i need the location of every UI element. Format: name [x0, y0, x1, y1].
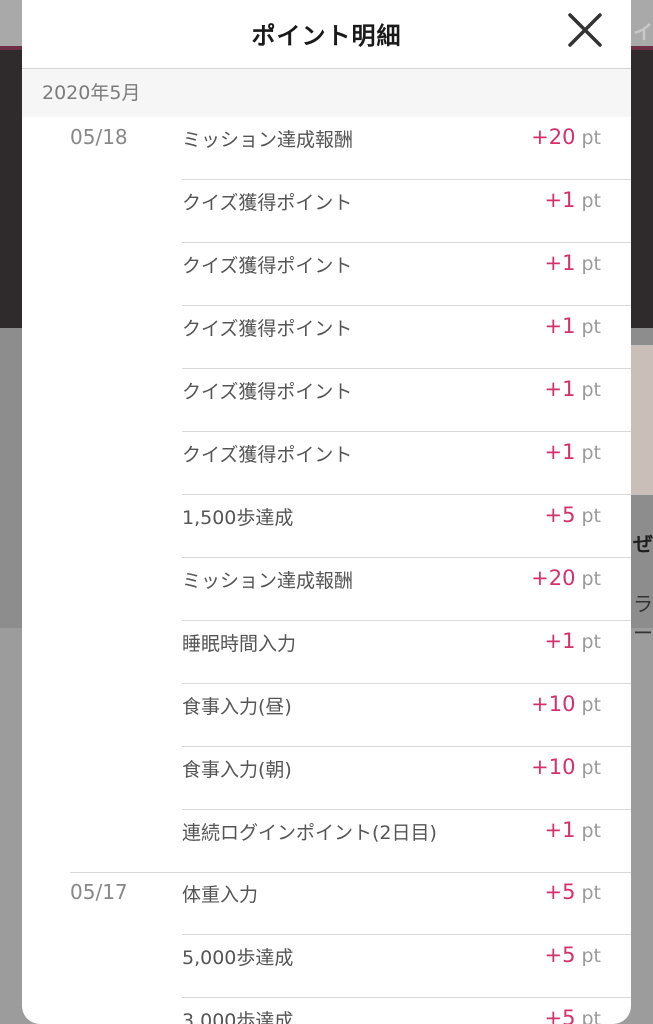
entry-name: ミッション達成報酬	[182, 570, 354, 592]
entry-name: クイズ獲得ポイント	[182, 255, 353, 277]
points-unit: pt	[581, 820, 601, 842]
points-value: +1	[544, 440, 576, 464]
points-value: +5	[544, 503, 576, 527]
points-value: +5	[544, 943, 576, 967]
entry-points: +1 pt	[545, 377, 601, 401]
entry-name: クイズ獲得ポイント	[182, 192, 353, 214]
points-entry-row: ミッション達成報酬 +20 pt	[182, 558, 631, 621]
points-entry-row: 1,500歩達成 +5 pt	[182, 495, 631, 558]
entry-points: +20 pt	[531, 566, 601, 590]
points-entry-row: クイズ獲得ポイント +1 pt	[182, 306, 631, 369]
modal-title: ポイント明細	[251, 22, 402, 50]
points-entry-row: クイズ獲得ポイント +1 pt	[182, 369, 631, 432]
points-unit: pt	[581, 505, 601, 527]
entry-points: +5 pt	[545, 880, 601, 904]
points-unit: pt	[581, 379, 601, 401]
day-group: 05/18 ミッション達成報酬 +20 pt クイズ獲得ポイント +1 pt クイズ獲得ポイン…	[22, 117, 631, 872]
points-value: +20	[531, 125, 576, 149]
points-entry-row: 食事入力(朝) +10 pt	[182, 747, 631, 810]
points-unit: pt	[581, 694, 601, 716]
points-unit: pt	[581, 631, 601, 653]
close-button[interactable]	[567, 12, 603, 48]
entry-points: +1 pt	[545, 440, 601, 464]
points-value: +1	[544, 377, 576, 401]
points-value: +20	[531, 566, 576, 590]
points-value: +1	[544, 314, 576, 338]
points-unit: pt	[581, 190, 601, 212]
entry-name: 1,500歩達成	[182, 507, 294, 529]
points-entry-row: 睡眠時間入力 +1 pt	[182, 621, 631, 684]
entry-points: +1 pt	[545, 629, 601, 653]
entry-points: +10 pt	[531, 692, 601, 716]
entry-name: ミッション達成報酬	[182, 129, 354, 151]
points-unit: pt	[581, 945, 601, 967]
entry-name: 睡眠時間入力	[182, 633, 297, 655]
entry-points: +5 pt	[545, 943, 601, 967]
points-entry-row: 食事入力(昼) +10 pt	[182, 684, 631, 747]
points-value: +10	[531, 692, 576, 716]
points-entry-row: 体重入力 +5 pt	[182, 872, 631, 935]
points-unit: pt	[581, 757, 601, 779]
entry-points: +1 pt	[545, 251, 601, 275]
points-value: +5	[544, 1006, 576, 1024]
modal-header: ポイント明細	[22, 0, 631, 69]
points-unit: pt	[581, 442, 601, 464]
points-value: +5	[544, 880, 576, 904]
entry-points: +5 pt	[545, 1006, 601, 1024]
points-unit: pt	[581, 882, 601, 904]
entry-points: +20 pt	[531, 125, 601, 149]
entry-name: 連続ログインポイント(2日目)	[182, 822, 437, 844]
entry-name: 食事入力(朝)	[182, 759, 292, 781]
day-date-label: 05/17	[70, 880, 128, 904]
points-history-list: 05/18 ミッション達成報酬 +20 pt クイズ獲得ポイント +1 pt クイズ獲得ポイン…	[22, 117, 631, 1024]
close-icon	[568, 13, 602, 47]
points-entry-row: 連続ログインポイント(2日目) +1 pt	[182, 810, 631, 872]
day-group: 05/17 体重入力 +5 pt 5,000歩達成 +5 pt 3,000歩達成 +5 pt	[22, 872, 631, 1024]
points-value: +1	[544, 818, 576, 842]
entry-points: +1 pt	[545, 188, 601, 212]
points-unit: pt	[581, 127, 601, 149]
points-entry-row: 5,000歩達成 +5 pt	[182, 935, 631, 998]
background-fragment-text: イ	[633, 20, 653, 44]
entry-name: 5,000歩達成	[182, 947, 294, 969]
points-value: +1	[544, 251, 576, 275]
background-image	[628, 345, 653, 495]
points-entry-row: ミッション達成報酬 +20 pt	[182, 117, 631, 180]
points-unit: pt	[581, 316, 601, 338]
points-entry-row: 3,000歩達成 +5 pt	[182, 998, 631, 1024]
background-fragment-text: ラー	[633, 592, 653, 645]
entry-name: 3,000歩達成	[182, 1010, 294, 1024]
points-value: +1	[544, 188, 576, 212]
month-header: 2020年5月	[22, 69, 631, 117]
entry-name: クイズ獲得ポイント	[182, 444, 353, 466]
points-unit: pt	[581, 568, 601, 590]
points-entry-row: クイズ獲得ポイント +1 pt	[182, 180, 631, 243]
day-date-label: 05/18	[70, 125, 128, 149]
entry-points: +5 pt	[545, 503, 601, 527]
points-value: +1	[544, 629, 576, 653]
background-fragment-text: ぜ	[633, 532, 653, 556]
entry-points: +10 pt	[531, 755, 601, 779]
entry-name: クイズ獲得ポイント	[182, 318, 353, 340]
points-unit: pt	[581, 253, 601, 275]
entry-points: +1 pt	[545, 818, 601, 842]
entry-points: +1 pt	[545, 314, 601, 338]
entry-name: 食事入力(昼)	[182, 696, 292, 718]
entry-name: クイズ獲得ポイント	[182, 381, 353, 403]
points-unit: pt	[581, 1008, 601, 1024]
points-entry-row: クイズ獲得ポイント +1 pt	[182, 243, 631, 306]
point-details-modal: ポイント明細 2020年5月 05/18 ミッション達成報酬 +20 pt クイズ獲得ポ…	[22, 0, 631, 1024]
points-value: +10	[531, 755, 576, 779]
entry-name: 体重入力	[182, 884, 259, 906]
points-entry-row: クイズ獲得ポイント +1 pt	[182, 432, 631, 495]
